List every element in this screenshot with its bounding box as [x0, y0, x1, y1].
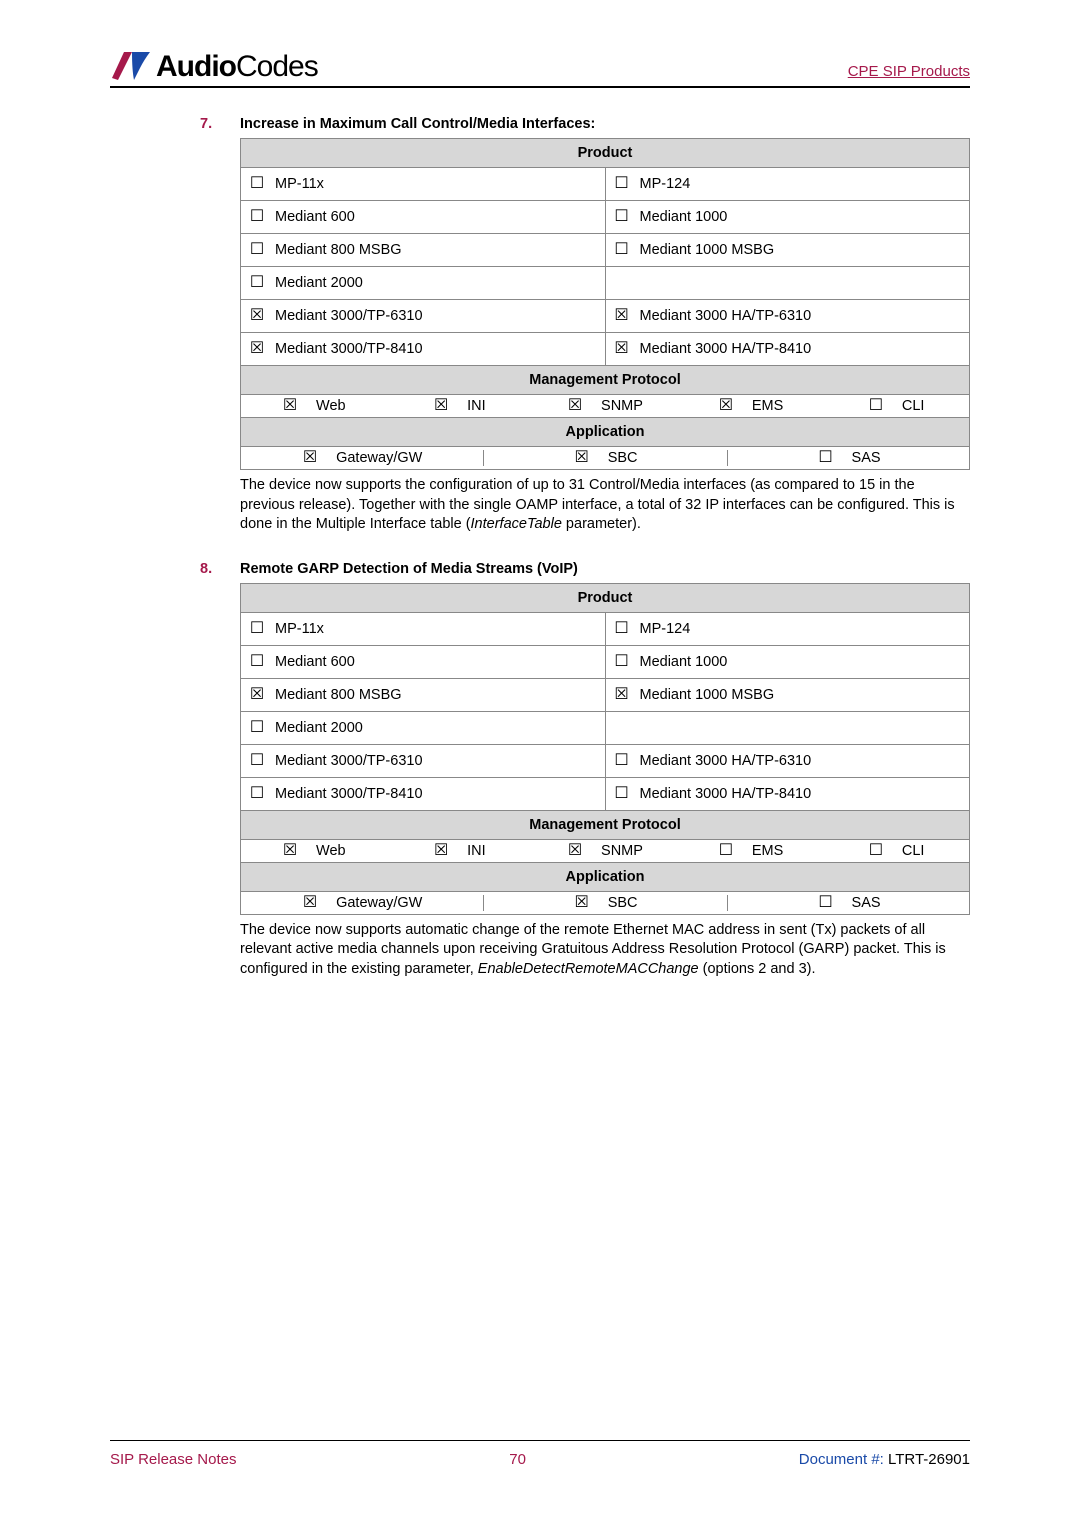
checkbox-icon: ☐ [818, 895, 834, 911]
checkbox-icon: ☒ [249, 341, 265, 357]
table-row: ☐Mediant 600 ☐Mediant 1000 [241, 201, 970, 234]
table-row: ☐MP-11x ☐MP-124 [241, 612, 970, 645]
table-row: ☐Mediant 600 ☐Mediant 1000 [241, 645, 970, 678]
table-row: ☐Mediant 2000 [241, 267, 970, 300]
checkbox-icon: ☐ [614, 242, 630, 258]
list-item: 7. Increase in Maximum Call Control/Medi… [200, 116, 970, 555]
footer-left: SIP Release Notes [110, 1451, 236, 1468]
checkbox-icon: ☒ [249, 308, 265, 324]
checkbox-icon: ☒ [433, 843, 449, 859]
table-header-management: Management Protocol [241, 810, 970, 839]
header-product-line: CPE SIP Products [848, 63, 970, 84]
table-row: ☐Mediant 800 MSBG ☐Mediant 1000 MSBG [241, 234, 970, 267]
item-title: Remote GARP Detection of Media Streams (… [240, 561, 970, 577]
checkbox-icon: ☐ [249, 621, 265, 637]
checkbox-icon: ☐ [249, 275, 265, 291]
table-row: ☐Mediant 3000/TP-6310 ☐Mediant 3000 HA/T… [241, 744, 970, 777]
checkbox-icon: ☐ [614, 654, 630, 670]
list-item: 8. Remote GARP Detection of Media Stream… [200, 561, 970, 1000]
page-footer: SIP Release Notes 70 Document #: LTRT-26… [110, 1440, 970, 1468]
checkbox-icon: ☐ [614, 621, 630, 637]
table-row: ☒Mediant 3000/TP-8410 ☒Mediant 3000 HA/T… [241, 333, 970, 366]
footer-page-number: 70 [509, 1451, 526, 1468]
checkbox-icon: ☐ [614, 753, 630, 769]
table-row: ☒Mediant 800 MSBG ☒Mediant 1000 MSBG [241, 678, 970, 711]
application-row: ☒Gateway/GW ☒SBC ☐SAS [241, 891, 970, 914]
checkbox-icon: ☒ [282, 398, 298, 414]
table-row: ☐Mediant 2000 [241, 711, 970, 744]
table-header-application: Application [241, 418, 970, 447]
table-row: ☐Mediant 3000/TP-8410 ☐Mediant 3000 HA/T… [241, 777, 970, 810]
checkbox-icon: ☒ [249, 687, 265, 703]
checkbox-icon: ☒ [614, 687, 630, 703]
checkbox-icon: ☐ [718, 843, 734, 859]
table-header-management: Management Protocol [241, 366, 970, 395]
checkbox-icon: ☐ [868, 398, 884, 414]
logo-icon [110, 50, 152, 84]
checkbox-icon: ☐ [614, 209, 630, 225]
checkbox-icon: ☒ [302, 450, 318, 466]
checkbox-icon: ☐ [249, 753, 265, 769]
management-row: ☒Web ☒INI ☒SNMP ☐EMS ☐CLI [241, 839, 970, 862]
footer-right: Document #: LTRT-26901 [799, 1451, 970, 1468]
checkbox-icon: ☒ [282, 843, 298, 859]
checkbox-icon: ☒ [614, 308, 630, 324]
checkbox-icon: ☐ [249, 786, 265, 802]
checkbox-icon: ☐ [614, 786, 630, 802]
table-row: ☐MP-11x ☐MP-124 [241, 168, 970, 201]
management-row: ☒Web ☒INI ☒SNMP ☒EMS ☐CLI [241, 395, 970, 418]
checkbox-icon: ☒ [614, 341, 630, 357]
page-header: AudioCodes CPE SIP Products [110, 50, 970, 88]
item-number: 8. [200, 561, 240, 1000]
checkbox-icon: ☐ [249, 176, 265, 192]
table-header-product: Product [241, 139, 970, 168]
table-header-application: Application [241, 862, 970, 891]
item-description: The device now supports the configuratio… [240, 476, 970, 535]
item-description: The device now supports automatic change… [240, 921, 970, 980]
product-table: Product ☐MP-11x ☐MP-124 ☐Mediant 600 ☐Me… [240, 583, 970, 915]
brand-text: AudioCodes [156, 50, 318, 84]
brand-logo: AudioCodes [110, 50, 318, 84]
checkbox-icon: ☒ [567, 843, 583, 859]
product-table: Product ☐MP-11x ☐MP-124 ☐Mediant 600 ☐Me… [240, 138, 970, 470]
checkbox-icon: ☐ [868, 843, 884, 859]
table-row: ☒Mediant 3000/TP-6310 ☒Mediant 3000 HA/T… [241, 300, 970, 333]
application-row: ☒Gateway/GW ☒SBC ☐SAS [241, 447, 970, 470]
checkbox-icon: ☒ [718, 398, 734, 414]
checkbox-icon: ☒ [433, 398, 449, 414]
checkbox-icon: ☐ [249, 242, 265, 258]
checkbox-icon: ☐ [249, 654, 265, 670]
checkbox-icon: ☐ [249, 209, 265, 225]
checkbox-icon: ☒ [302, 895, 318, 911]
item-number: 7. [200, 116, 240, 555]
checkbox-icon: ☐ [818, 450, 834, 466]
checkbox-icon: ☐ [249, 720, 265, 736]
checkbox-icon: ☐ [614, 176, 630, 192]
checkbox-icon: ☒ [574, 895, 590, 911]
checkbox-icon: ☒ [574, 450, 590, 466]
item-title: Increase in Maximum Call Control/Media I… [240, 116, 970, 132]
checkbox-icon: ☒ [567, 398, 583, 414]
table-header-product: Product [241, 583, 970, 612]
